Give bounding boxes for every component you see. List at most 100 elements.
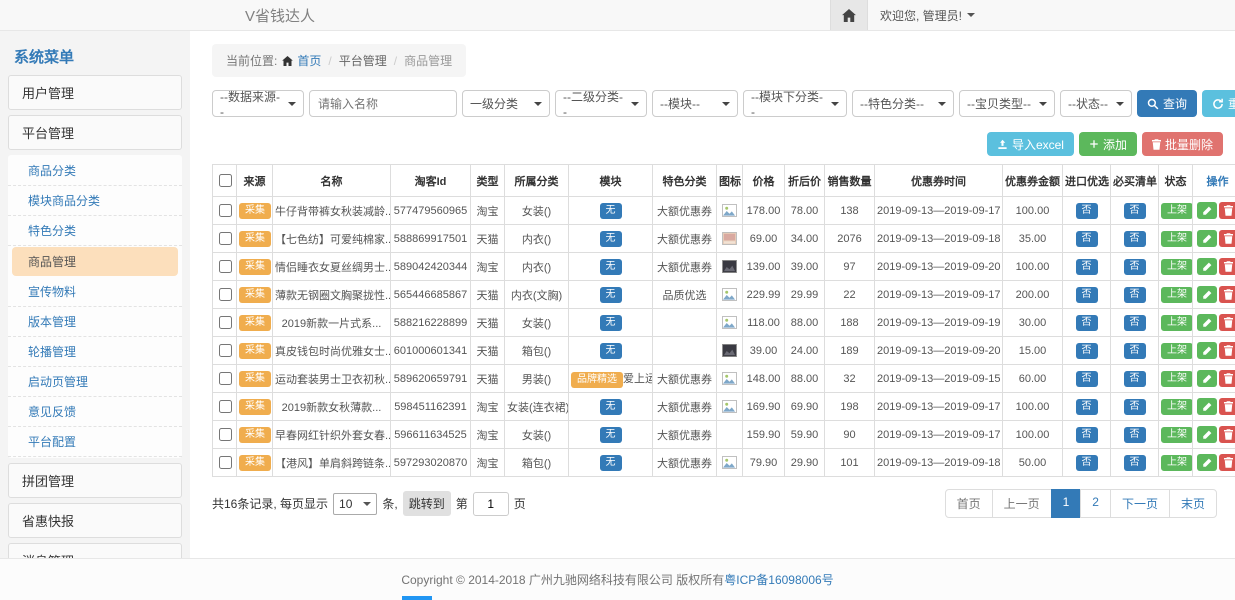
edit-button[interactable] bbox=[1197, 202, 1217, 219]
pagination-item[interactable]: 上一页 bbox=[992, 489, 1052, 518]
delete-button[interactable] bbox=[1219, 230, 1235, 247]
horizontal-scrollbar-thumb[interactable] bbox=[402, 596, 432, 600]
status-badge[interactable]: 上架 bbox=[1161, 315, 1193, 331]
pagination-item[interactable]: 首页 bbox=[945, 489, 993, 518]
filter-select-6[interactable]: --状态-- bbox=[1060, 90, 1132, 117]
batch-delete-button[interactable]: 批量删除 bbox=[1142, 132, 1223, 156]
row-checkbox[interactable] bbox=[219, 260, 232, 273]
delete-button[interactable] bbox=[1219, 202, 1235, 219]
edit-button[interactable] bbox=[1197, 342, 1217, 359]
import-choice-badge[interactable]: 否 bbox=[1076, 231, 1098, 247]
filter-select-2[interactable]: --模块-- bbox=[652, 90, 738, 117]
status-badge[interactable]: 上架 bbox=[1161, 231, 1193, 247]
pagination-item[interactable]: 下一页 bbox=[1110, 489, 1170, 518]
reset-button[interactable]: 重置 bbox=[1202, 90, 1235, 117]
must-buy-badge[interactable]: 否 bbox=[1124, 259, 1146, 275]
must-buy-badge[interactable]: 否 bbox=[1124, 399, 1146, 415]
delete-button[interactable] bbox=[1219, 342, 1235, 359]
must-buy-badge[interactable]: 否 bbox=[1124, 287, 1146, 303]
sidebar-section[interactable]: 平台管理 bbox=[8, 115, 182, 150]
module-badge[interactable]: 品牌精选 bbox=[571, 372, 623, 388]
module-badge[interactable]: 无 bbox=[600, 455, 622, 471]
filter-select-3[interactable]: --模块下分类-- bbox=[743, 90, 847, 117]
pagination-item[interactable]: 1 bbox=[1051, 489, 1082, 518]
row-checkbox[interactable] bbox=[219, 204, 232, 217]
add-button[interactable]: 添加 bbox=[1079, 132, 1137, 156]
status-badge[interactable]: 上架 bbox=[1161, 343, 1193, 359]
import-choice-badge[interactable]: 否 bbox=[1076, 287, 1098, 303]
sidebar-item[interactable]: 宣传物料 bbox=[8, 277, 182, 307]
import-choice-badge[interactable]: 否 bbox=[1076, 315, 1098, 331]
module-badge[interactable]: 无 bbox=[600, 399, 622, 415]
sidebar-section[interactable]: 用户管理 bbox=[8, 75, 182, 110]
home-button[interactable] bbox=[830, 0, 868, 30]
sidebar-item[interactable]: 轮播管理 bbox=[8, 337, 182, 367]
page-number-input[interactable] bbox=[473, 492, 509, 516]
module-badge[interactable]: 无 bbox=[600, 315, 622, 331]
edit-button[interactable] bbox=[1197, 230, 1217, 247]
status-badge[interactable]: 上架 bbox=[1161, 203, 1193, 219]
edit-button[interactable] bbox=[1197, 314, 1217, 331]
per-page-select[interactable]: 10 bbox=[333, 493, 377, 515]
pagination-item[interactable]: 2 bbox=[1080, 489, 1111, 518]
module-badge[interactable]: 无 bbox=[600, 427, 622, 443]
edit-button[interactable] bbox=[1197, 398, 1217, 415]
edit-button[interactable] bbox=[1197, 370, 1217, 387]
sidebar-item[interactable]: 版本管理 bbox=[8, 307, 182, 337]
status-badge[interactable]: 上架 bbox=[1161, 371, 1193, 387]
must-buy-badge[interactable]: 否 bbox=[1124, 203, 1146, 219]
filter-select-5[interactable]: --宝贝类型-- bbox=[959, 90, 1055, 117]
delete-button[interactable] bbox=[1219, 258, 1235, 275]
pagination-item[interactable]: 末页 bbox=[1169, 489, 1217, 518]
filter-select-4[interactable]: --特色分类-- bbox=[852, 90, 954, 117]
module-badge[interactable]: 无 bbox=[600, 231, 622, 247]
status-badge[interactable]: 上架 bbox=[1161, 287, 1193, 303]
must-buy-badge[interactable]: 否 bbox=[1124, 427, 1146, 443]
module-badge[interactable]: 无 bbox=[600, 203, 622, 219]
sidebar-section[interactable]: 拼团管理 bbox=[8, 463, 182, 498]
must-buy-badge[interactable]: 否 bbox=[1124, 371, 1146, 387]
edit-button[interactable] bbox=[1197, 426, 1217, 443]
must-buy-badge[interactable]: 否 bbox=[1124, 315, 1146, 331]
import-choice-badge[interactable]: 否 bbox=[1076, 259, 1098, 275]
row-checkbox[interactable] bbox=[219, 344, 232, 357]
delete-button[interactable] bbox=[1219, 370, 1235, 387]
module-badge[interactable]: 无 bbox=[600, 343, 622, 359]
import-choice-badge[interactable]: 否 bbox=[1076, 203, 1098, 219]
sidebar-item[interactable]: 启动页管理 bbox=[8, 367, 182, 397]
sidebar-item[interactable]: 商品管理 bbox=[12, 247, 178, 276]
name-search-input[interactable] bbox=[309, 90, 457, 117]
import-choice-badge[interactable]: 否 bbox=[1076, 427, 1098, 443]
breadcrumb-home-link[interactable]: 首页 bbox=[297, 52, 321, 69]
data-source-select[interactable]: --数据来源-- bbox=[212, 90, 304, 117]
sidebar-item[interactable]: 平台配置 bbox=[8, 427, 182, 457]
delete-button[interactable] bbox=[1219, 286, 1235, 303]
status-badge[interactable]: 上架 bbox=[1161, 427, 1193, 443]
sidebar-item[interactable]: 意见反馈 bbox=[8, 397, 182, 427]
row-checkbox[interactable] bbox=[219, 372, 232, 385]
row-checkbox[interactable] bbox=[219, 232, 232, 245]
edit-button[interactable] bbox=[1197, 454, 1217, 471]
icp-link[interactable]: 粤ICP备16098006号 bbox=[724, 573, 833, 587]
import-choice-badge[interactable]: 否 bbox=[1076, 455, 1098, 471]
must-buy-badge[interactable]: 否 bbox=[1124, 455, 1146, 471]
row-checkbox[interactable] bbox=[219, 288, 232, 301]
query-button[interactable]: 查询 bbox=[1137, 90, 1197, 117]
module-badge[interactable]: 无 bbox=[600, 287, 622, 303]
delete-button[interactable] bbox=[1219, 454, 1235, 471]
must-buy-badge[interactable]: 否 bbox=[1124, 231, 1146, 247]
row-checkbox[interactable] bbox=[219, 428, 232, 441]
status-badge[interactable]: 上架 bbox=[1161, 399, 1193, 415]
filter-select-1[interactable]: --二级分类-- bbox=[555, 90, 647, 117]
module-badge[interactable]: 无 bbox=[600, 259, 622, 275]
status-badge[interactable]: 上架 bbox=[1161, 455, 1193, 471]
import-excel-button[interactable]: 导入excel bbox=[987, 132, 1074, 156]
import-choice-badge[interactable]: 否 bbox=[1076, 399, 1098, 415]
select-all-checkbox[interactable] bbox=[219, 174, 232, 187]
sidebar-section[interactable]: 省惠快报 bbox=[8, 503, 182, 538]
user-menu[interactable]: 欢迎您, 管理员! bbox=[880, 7, 975, 24]
sidebar-section[interactable]: 消息管理 bbox=[8, 543, 182, 558]
row-checkbox[interactable] bbox=[219, 316, 232, 329]
row-checkbox[interactable] bbox=[219, 456, 232, 469]
delete-button[interactable] bbox=[1219, 398, 1235, 415]
